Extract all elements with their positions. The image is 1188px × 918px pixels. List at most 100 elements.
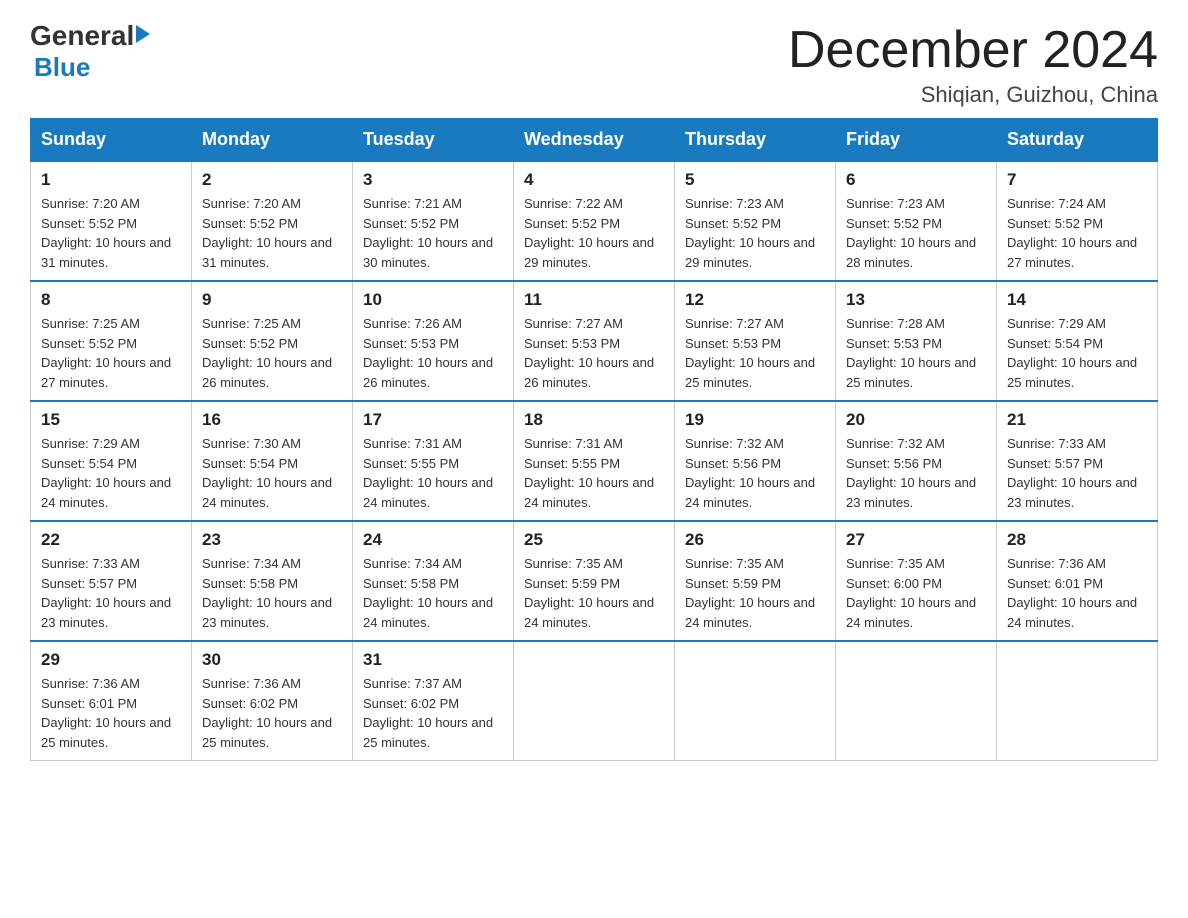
calendar-cell: 27 Sunrise: 7:35 AMSunset: 6:00 PMDayligh…: [836, 521, 997, 641]
month-title: December 2024: [788, 20, 1158, 80]
day-info: Sunrise: 7:27 AMSunset: 5:53 PMDaylight:…: [685, 314, 825, 392]
calendar-cell: 10Sunrise: 7:26 AMSunset: 5:53 PMDayligh…: [353, 281, 514, 401]
day-number: 26: [685, 530, 825, 550]
day-number: 29: [41, 650, 181, 670]
day-number: 5: [685, 170, 825, 190]
day-info: Sunrise: 7:34 AMSunset: 5:58 PMDaylight:…: [363, 554, 503, 632]
location: Shiqian, Guizhou, China: [788, 82, 1158, 108]
calendar-table: SundayMondayTuesdayWednesdayThursdayFrid…: [30, 118, 1158, 761]
day-number: 24: [363, 530, 503, 550]
day-info: Sunrise: 7:30 AMSunset: 5:54 PMDaylight:…: [202, 434, 342, 512]
day-number: 23: [202, 530, 342, 550]
day-number: 3: [363, 170, 503, 190]
calendar-cell: 4Sunrise: 7:22 AMSunset: 5:52 PMDaylight…: [514, 161, 675, 281]
logo-triangle-icon: [136, 25, 150, 43]
calendar-week-row: 8 Sunrise: 7:25 AMSunset: 5:52 PMDaylight…: [31, 281, 1158, 401]
calendar-cell: 8 Sunrise: 7:25 AMSunset: 5:52 PMDaylight…: [31, 281, 192, 401]
calendar-header-row: SundayMondayTuesdayWednesdayThursdayFrid…: [31, 119, 1158, 162]
day-info: Sunrise: 7:36 AMSunset: 6:01 PMDaylight:…: [41, 674, 181, 752]
day-number: 16: [202, 410, 342, 430]
calendar-cell: 16 Sunrise: 7:30 AMSunset: 5:54 PMDayligh…: [192, 401, 353, 521]
day-info: Sunrise: 7:23 AMSunset: 5:52 PMDaylight:…: [846, 194, 986, 272]
day-number: 21: [1007, 410, 1147, 430]
day-info: Sunrise: 7:25 AMSunset: 5:52 PMDaylight:…: [202, 314, 342, 392]
day-number: 28: [1007, 530, 1147, 550]
day-info: Sunrise: 7:35 AMSunset: 5:59 PMDaylight:…: [524, 554, 664, 632]
day-info: Sunrise: 7:35 AMSunset: 6:00 PMDaylight:…: [846, 554, 986, 632]
day-header-thursday: Thursday: [675, 119, 836, 162]
day-number: 8: [41, 290, 181, 310]
calendar-cell: 18Sunrise: 7:31 AMSunset: 5:55 PMDayligh…: [514, 401, 675, 521]
page-header: General Blue December 2024 Shiqian, Guiz…: [30, 20, 1158, 108]
day-header-saturday: Saturday: [997, 119, 1158, 162]
calendar-cell: 29 Sunrise: 7:36 AMSunset: 6:01 PMDayligh…: [31, 641, 192, 761]
calendar-cell: [997, 641, 1158, 761]
day-header-sunday: Sunday: [31, 119, 192, 162]
calendar-cell: [836, 641, 997, 761]
day-number: 25: [524, 530, 664, 550]
day-info: Sunrise: 7:32 AMSunset: 5:56 PMDaylight:…: [685, 434, 825, 512]
calendar-cell: 1 Sunrise: 7:20 AMSunset: 5:52 PMDaylight…: [31, 161, 192, 281]
calendar-cell: 3 Sunrise: 7:21 AMSunset: 5:52 PMDaylight…: [353, 161, 514, 281]
calendar-cell: 28 Sunrise: 7:36 AMSunset: 6:01 PMDayligh…: [997, 521, 1158, 641]
calendar-cell: [675, 641, 836, 761]
day-info: Sunrise: 7:22 AMSunset: 5:52 PMDaylight:…: [524, 194, 664, 272]
day-info: Sunrise: 7:35 AMSunset: 5:59 PMDaylight:…: [685, 554, 825, 632]
calendar-cell: 11 Sunrise: 7:27 AMSunset: 5:53 PMDayligh…: [514, 281, 675, 401]
logo: General Blue: [30, 20, 150, 83]
day-header-friday: Friday: [836, 119, 997, 162]
calendar-cell: 14Sunrise: 7:29 AMSunset: 5:54 PMDayligh…: [997, 281, 1158, 401]
day-info: Sunrise: 7:28 AMSunset: 5:53 PMDaylight:…: [846, 314, 986, 392]
calendar-cell: 22Sunrise: 7:33 AMSunset: 5:57 PMDayligh…: [31, 521, 192, 641]
day-number: 1: [41, 170, 181, 190]
day-number: 6: [846, 170, 986, 190]
day-info: Sunrise: 7:21 AMSunset: 5:52 PMDaylight:…: [363, 194, 503, 272]
calendar-cell: 19 Sunrise: 7:32 AMSunset: 5:56 PMDayligh…: [675, 401, 836, 521]
logo-blue-text: Blue: [34, 52, 90, 83]
day-number: 27: [846, 530, 986, 550]
day-number: 19: [685, 410, 825, 430]
day-number: 20: [846, 410, 986, 430]
calendar-cell: 23 Sunrise: 7:34 AMSunset: 5:58 PMDayligh…: [192, 521, 353, 641]
day-info: Sunrise: 7:25 AMSunset: 5:52 PMDaylight:…: [41, 314, 181, 392]
day-info: Sunrise: 7:33 AMSunset: 5:57 PMDaylight:…: [1007, 434, 1147, 512]
day-number: 17: [363, 410, 503, 430]
calendar-cell: 30Sunrise: 7:36 AMSunset: 6:02 PMDayligh…: [192, 641, 353, 761]
calendar-cell: 6 Sunrise: 7:23 AMSunset: 5:52 PMDaylight…: [836, 161, 997, 281]
day-info: Sunrise: 7:20 AMSunset: 5:52 PMDaylight:…: [41, 194, 181, 272]
day-info: Sunrise: 7:31 AMSunset: 5:55 PMDaylight:…: [363, 434, 503, 512]
day-info: Sunrise: 7:23 AMSunset: 5:52 PMDaylight:…: [685, 194, 825, 272]
day-number: 14: [1007, 290, 1147, 310]
calendar-cell: 9Sunrise: 7:25 AMSunset: 5:52 PMDaylight…: [192, 281, 353, 401]
day-info: Sunrise: 7:33 AMSunset: 5:57 PMDaylight:…: [41, 554, 181, 632]
day-info: Sunrise: 7:27 AMSunset: 5:53 PMDaylight:…: [524, 314, 664, 392]
day-info: Sunrise: 7:29 AMSunset: 5:54 PMDaylight:…: [41, 434, 181, 512]
day-number: 10: [363, 290, 503, 310]
day-info: Sunrise: 7:34 AMSunset: 5:58 PMDaylight:…: [202, 554, 342, 632]
day-number: 15: [41, 410, 181, 430]
day-info: Sunrise: 7:31 AMSunset: 5:55 PMDaylight:…: [524, 434, 664, 512]
calendar-cell: [514, 641, 675, 761]
calendar-week-row: 22Sunrise: 7:33 AMSunset: 5:57 PMDayligh…: [31, 521, 1158, 641]
calendar-cell: 17 Sunrise: 7:31 AMSunset: 5:55 PMDayligh…: [353, 401, 514, 521]
day-number: 31: [363, 650, 503, 670]
calendar-week-row: 1 Sunrise: 7:20 AMSunset: 5:52 PMDaylight…: [31, 161, 1158, 281]
calendar-cell: 15 Sunrise: 7:29 AMSunset: 5:54 PMDayligh…: [31, 401, 192, 521]
day-header-wednesday: Wednesday: [514, 119, 675, 162]
calendar-cell: 5 Sunrise: 7:23 AMSunset: 5:52 PMDaylight…: [675, 161, 836, 281]
calendar-cell: 26 Sunrise: 7:35 AMSunset: 5:59 PMDayligh…: [675, 521, 836, 641]
calendar-cell: 13 Sunrise: 7:28 AMSunset: 5:53 PMDayligh…: [836, 281, 997, 401]
calendar-week-row: 29 Sunrise: 7:36 AMSunset: 6:01 PMDayligh…: [31, 641, 1158, 761]
day-info: Sunrise: 7:24 AMSunset: 5:52 PMDaylight:…: [1007, 194, 1147, 272]
day-number: 13: [846, 290, 986, 310]
calendar-cell: 20Sunrise: 7:32 AMSunset: 5:56 PMDayligh…: [836, 401, 997, 521]
day-info: Sunrise: 7:36 AMSunset: 6:02 PMDaylight:…: [202, 674, 342, 752]
calendar-cell: 25 Sunrise: 7:35 AMSunset: 5:59 PMDayligh…: [514, 521, 675, 641]
day-info: Sunrise: 7:36 AMSunset: 6:01 PMDaylight:…: [1007, 554, 1147, 632]
day-number: 11: [524, 290, 664, 310]
calendar-cell: 2Sunrise: 7:20 AMSunset: 5:52 PMDaylight…: [192, 161, 353, 281]
calendar-week-row: 15 Sunrise: 7:29 AMSunset: 5:54 PMDayligh…: [31, 401, 1158, 521]
day-number: 2: [202, 170, 342, 190]
calendar-cell: 21 Sunrise: 7:33 AMSunset: 5:57 PMDayligh…: [997, 401, 1158, 521]
logo-general-text: General: [30, 20, 134, 52]
